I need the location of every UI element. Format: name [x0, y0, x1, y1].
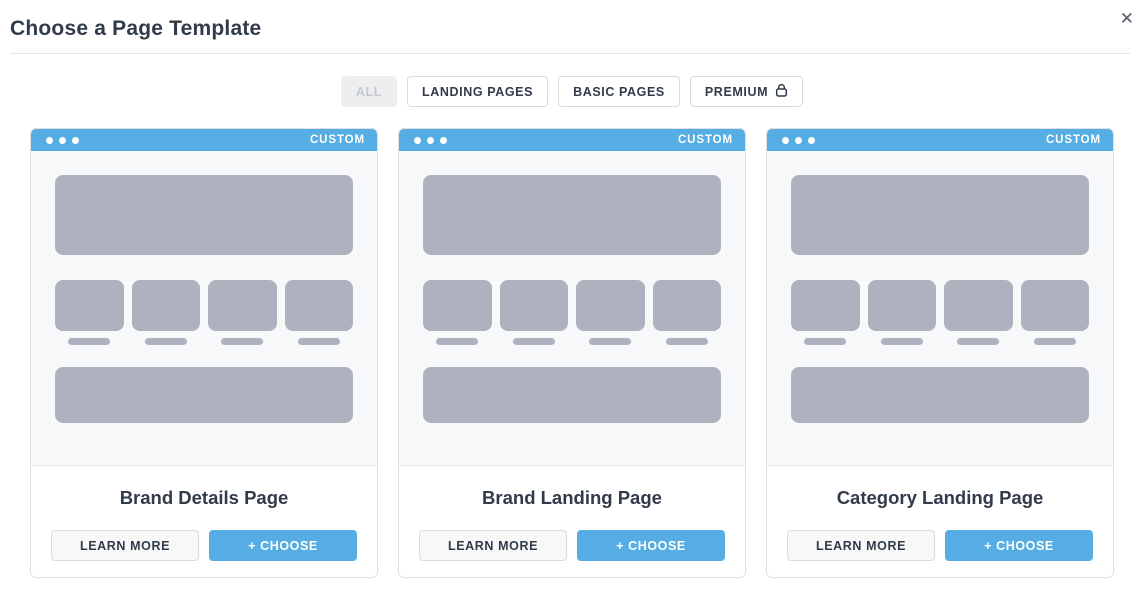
card-actions: LEARN MORE + CHOOSE: [767, 509, 1113, 578]
learn-more-button[interactable]: LEARN MORE: [51, 530, 199, 561]
placeholder-card-block: [576, 280, 645, 331]
template-title: Brand Details Page: [31, 487, 377, 509]
card-titlebar: CUSTOM: [31, 129, 377, 151]
choose-button[interactable]: + CHOOSE: [945, 530, 1093, 561]
placeholder-caption-line: [666, 338, 708, 345]
placeholder-card-block: [423, 280, 492, 331]
placeholder-card-block: [944, 280, 1013, 331]
placeholder-caption-line: [513, 338, 555, 345]
card-footer: Brand Landing Page LEARN MORE + CHOOSE: [399, 487, 745, 578]
window-dots-icon: [46, 137, 85, 144]
window-dots-icon: [414, 137, 453, 144]
custom-badge: CUSTOM: [678, 134, 733, 146]
placeholder-card-block: [653, 280, 722, 331]
custom-badge: CUSTOM: [310, 134, 365, 146]
page-title: Choose a Page Template: [10, 17, 1134, 41]
placeholder-card-block: [500, 280, 569, 331]
card-footer: Brand Details Page LEARN MORE + CHOOSE: [31, 487, 377, 578]
card-actions: LEARN MORE + CHOOSE: [399, 509, 745, 578]
lock-icon: [775, 83, 788, 100]
close-icon[interactable]: ✕: [1116, 6, 1138, 31]
template-preview: [767, 151, 1113, 466]
card-footer: Category Landing Page LEARN MORE + CHOOS…: [767, 487, 1113, 578]
template-preview: [399, 151, 745, 466]
header-divider: [10, 53, 1130, 54]
placeholder-grid-row: [791, 280, 1089, 345]
placeholder-card-block: [868, 280, 937, 331]
placeholder-banner-block: [55, 367, 353, 423]
filter-tabs: ALL LANDING PAGES BASIC PAGES PREMIUM: [0, 76, 1144, 107]
modal-header: Choose a Page Template ✕: [0, 0, 1144, 53]
choose-template-modal: Choose a Page Template ✕ ALL LANDING PAG…: [0, 0, 1144, 592]
template-card-brand-landing: CUSTOM Brand Landing Page LEARN MORE + C…: [398, 128, 746, 578]
learn-more-button[interactable]: LEARN MORE: [419, 530, 567, 561]
tab-premium-label: PREMIUM: [705, 85, 768, 99]
tab-basic-pages[interactable]: BASIC PAGES: [558, 76, 680, 107]
tab-premium[interactable]: PREMIUM: [690, 76, 803, 107]
placeholder-caption-line: [68, 338, 110, 345]
template-card-list: CUSTOM Brand Details Page LEARN MORE + C…: [30, 128, 1114, 578]
placeholder-caption-line: [957, 338, 999, 345]
choose-button[interactable]: + CHOOSE: [209, 530, 357, 561]
placeholder-caption-line: [145, 338, 187, 345]
placeholder-caption-line: [881, 338, 923, 345]
placeholder-banner-block: [791, 367, 1089, 423]
template-title: Brand Landing Page: [399, 487, 745, 509]
placeholder-grid-row: [55, 280, 353, 345]
placeholder-caption-line: [221, 338, 263, 345]
template-title: Category Landing Page: [767, 487, 1113, 509]
placeholder-card-block: [285, 280, 354, 331]
placeholder-card-block: [208, 280, 277, 331]
card-titlebar: CUSTOM: [767, 129, 1113, 151]
choose-button[interactable]: + CHOOSE: [577, 530, 725, 561]
card-actions: LEARN MORE + CHOOSE: [31, 509, 377, 578]
placeholder-card-block: [1021, 280, 1090, 331]
tab-landing-pages[interactable]: LANDING PAGES: [407, 76, 548, 107]
placeholder-card-block: [791, 280, 860, 331]
tab-all[interactable]: ALL: [341, 76, 397, 107]
placeholder-hero-block: [423, 175, 721, 255]
placeholder-caption-line: [436, 338, 478, 345]
learn-more-button[interactable]: LEARN MORE: [787, 530, 935, 561]
placeholder-grid-row: [423, 280, 721, 345]
placeholder-caption-line: [1034, 338, 1076, 345]
template-card-brand-details: CUSTOM Brand Details Page LEARN MORE + C…: [30, 128, 378, 578]
placeholder-caption-line: [804, 338, 846, 345]
window-dots-icon: [782, 137, 821, 144]
placeholder-card-block: [55, 280, 124, 331]
placeholder-hero-block: [791, 175, 1089, 255]
placeholder-hero-block: [55, 175, 353, 255]
custom-badge: CUSTOM: [1046, 134, 1101, 146]
placeholder-banner-block: [423, 367, 721, 423]
placeholder-caption-line: [589, 338, 631, 345]
placeholder-caption-line: [298, 338, 340, 345]
card-titlebar: CUSTOM: [399, 129, 745, 151]
template-preview: [31, 151, 377, 466]
template-card-category-landing: CUSTOM Category Landing Page LEARN MORE …: [766, 128, 1114, 578]
placeholder-card-block: [132, 280, 201, 331]
